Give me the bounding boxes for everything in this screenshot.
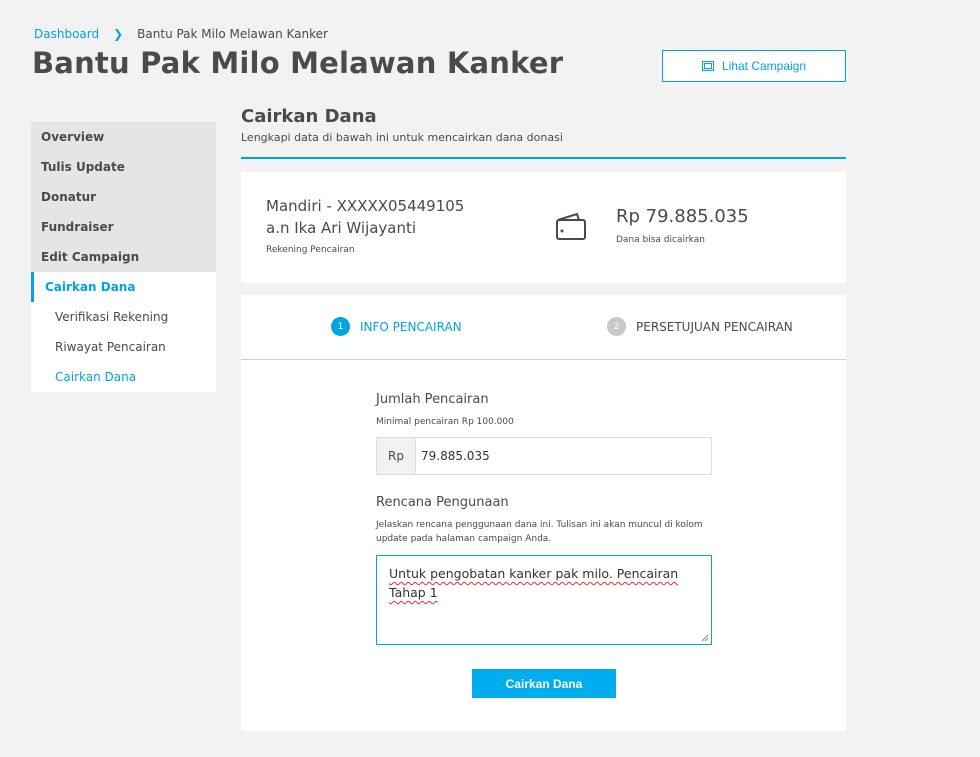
step-info-pencairan[interactable]: 1 INFO PENCAIRAN — [331, 317, 462, 336]
plan-textarea[interactable]: Untuk pengobatan kanker pak milo. Pencai… — [376, 555, 712, 645]
sidebar-item-tulis-update[interactable]: Tulis Update — [31, 152, 216, 182]
step-persetujuan-pencairan[interactable]: 2 PERSETUJUAN PENCAIRAN — [607, 317, 793, 336]
section-title: Cairkan Dana — [241, 106, 377, 127]
sidebar-item-edit-campaign[interactable]: Edit Campaign — [31, 242, 216, 272]
resize-handle-icon[interactable] — [701, 634, 709, 642]
step-indicator: 1 INFO PENCAIRAN 2 PERSETUJUAN PENCAIRAN — [241, 295, 846, 360]
chevron-right-icon: ❯ — [113, 27, 124, 41]
step-number: 1 — [331, 317, 350, 336]
account-caption: Rekening Pencairan — [266, 245, 355, 255]
lihat-campaign-button[interactable]: Lihat Campaign — [662, 50, 846, 82]
plan-hint: Jelaskan rencana penggunaan dana ini. Tu… — [376, 520, 703, 544]
amount-input[interactable] — [416, 438, 711, 474]
sidebar-subitem-cairkan-dana[interactable]: Cairkan Dana — [31, 362, 216, 392]
sidebar-item-donatur[interactable]: Donatur — [31, 182, 216, 212]
sidebar: Overview Tulis Update Donatur Fundraiser… — [31, 122, 216, 392]
plan-label: Rencana Pengunaan — [376, 495, 509, 510]
breadcrumb-dashboard-link[interactable]: Dashboard — [34, 27, 99, 41]
breadcrumb: Dashboard ❯ Bantu Pak Milo Melawan Kanke… — [34, 27, 328, 41]
page-title: Bantu Pak Milo Melawan Kanker — [32, 46, 564, 80]
withdraw-form-card: 1 INFO PENCAIRAN 2 PERSETUJUAN PENCAIRAN… — [241, 295, 846, 731]
account-card: Mandiri - XXXXX05449105 a.n Ika Ari Wija… — [241, 172, 846, 283]
sidebar-subitem-verifikasi-rekening[interactable]: Verifikasi Rekening — [31, 302, 216, 332]
sidebar-subitem-riwayat-pencairan[interactable]: Riwayat Pencairan — [31, 332, 216, 362]
step-number: 2 — [607, 317, 626, 336]
amount-label: Jumlah Pencairan — [376, 392, 489, 407]
bank-account-number: Mandiri - XXXXX05449105 — [266, 197, 465, 215]
section-subtitle: Lengkapi data di bawah ini untuk mencair… — [241, 131, 563, 144]
sidebar-item-cairkan-dana[interactable]: Cairkan Dana — [31, 272, 216, 302]
sidebar-item-overview[interactable]: Overview — [31, 122, 216, 152]
step-label: INFO PENCAIRAN — [360, 319, 462, 334]
available-amount: Rp 79.885.035 — [616, 206, 749, 227]
cairkan-dana-submit-button[interactable]: Cairkan Dana — [472, 669, 616, 698]
breadcrumb-current: Bantu Pak Milo Melawan Kanker — [137, 27, 328, 41]
lihat-campaign-label: Lihat Campaign — [721, 59, 807, 73]
wallet-icon — [555, 212, 587, 246]
amount-field: Rp — [376, 437, 712, 475]
available-amount-caption: Dana bisa dicairkan — [616, 235, 705, 245]
section-header: Cairkan Dana Lengkapi data di bawah ini … — [241, 106, 846, 159]
plan-text: Untuk pengobatan kanker pak milo. Pencai… — [389, 566, 679, 600]
currency-prefix: Rp — [377, 438, 416, 474]
step-label: PERSETUJUAN PENCAIRAN — [636, 319, 793, 334]
amount-hint: Minimal pencairan Rp 100.000 — [376, 417, 514, 427]
sidebar-item-fundraiser[interactable]: Fundraiser — [31, 212, 216, 242]
image-icon — [701, 61, 714, 71]
account-owner: a.n Ika Ari Wijayanti — [266, 219, 417, 237]
